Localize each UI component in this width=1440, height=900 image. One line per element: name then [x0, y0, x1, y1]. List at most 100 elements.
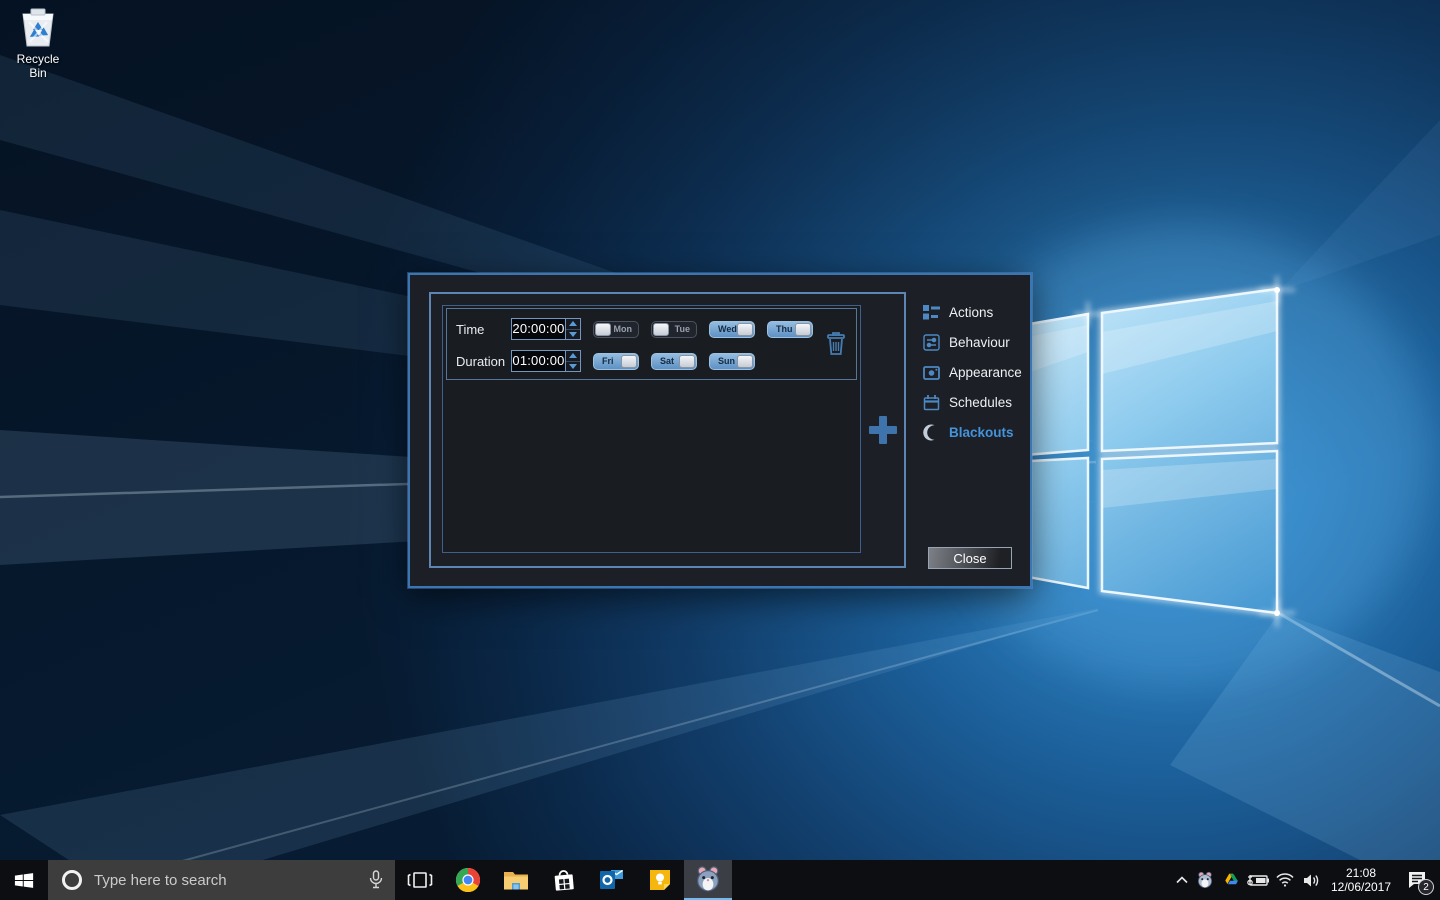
google-drive-icon: [1223, 873, 1240, 888]
search-placeholder: Type here to search: [94, 872, 227, 889]
duration-label: Duration: [456, 354, 499, 369]
google-keep-button[interactable]: [636, 860, 684, 900]
day-toggle-label: Sun: [718, 356, 735, 366]
microsoft-store-icon: [552, 867, 576, 893]
duration-spin-down[interactable]: [566, 361, 580, 372]
duration-value[interactable]: 01:00:00: [512, 351, 565, 371]
recycle-bin-icon: [17, 6, 59, 50]
blackout-list: Time 20:00:00 Mon Tue: [442, 305, 861, 553]
battery-tray-button[interactable]: [1244, 860, 1272, 900]
recycle-bin[interactable]: Recycle Bin: [8, 6, 68, 80]
time-spin-down[interactable]: [566, 329, 580, 340]
day-toggle-label: Tue: [675, 324, 690, 334]
clock-date: 12/06/2017: [1331, 880, 1391, 894]
microsoft-store-button[interactable]: [540, 860, 588, 900]
sidebar-item-label: Blackouts: [949, 425, 1014, 440]
recycle-bin-label: Recycle Bin: [8, 52, 68, 80]
time-input[interactable]: 20:00:00: [511, 318, 581, 340]
arrow-up-icon: [569, 321, 577, 326]
close-button-label: Close: [953, 551, 986, 566]
delete-entry-button[interactable]: [825, 329, 847, 362]
duration-spin-up[interactable]: [566, 351, 580, 361]
blackouts-panel: Time 20:00:00 Mon Tue: [429, 292, 906, 568]
hamster-tray-button[interactable]: [1192, 860, 1218, 900]
day-toggle-sun[interactable]: Sun: [709, 353, 755, 370]
chrome-button[interactable]: [444, 860, 492, 900]
moon-icon: [922, 423, 940, 441]
sidebar-item-schedules[interactable]: Schedules: [922, 387, 1028, 417]
duration-input[interactable]: 01:00:00: [511, 350, 581, 372]
time-value[interactable]: 20:00:00: [512, 319, 565, 339]
sidebar-item-label: Appearance: [949, 365, 1022, 380]
window-sidebar: Actions Behaviour: [922, 297, 1028, 447]
trash-icon: [825, 329, 847, 357]
sidebar-item-behaviour[interactable]: Behaviour: [922, 327, 1028, 357]
day-toggle-fri[interactable]: Fri: [593, 353, 639, 370]
day-toggle-label: Fri: [602, 356, 614, 366]
time-label: Time: [456, 322, 499, 337]
day-toggle-tue[interactable]: Tue: [651, 321, 697, 338]
day-toggle-mon[interactable]: Mon: [593, 321, 639, 338]
day-toggle-wed[interactable]: Wed: [709, 321, 755, 338]
outlook-button[interactable]: [588, 860, 636, 900]
blackout-entry-row: Time 20:00:00 Mon Tue: [446, 308, 857, 380]
wifi-icon: [1276, 873, 1294, 887]
toggle-knob: [795, 323, 811, 336]
schedules-icon: [922, 393, 940, 411]
arrow-down-icon: [569, 332, 577, 337]
sidebar-item-actions[interactable]: Actions: [922, 297, 1028, 327]
toggle-knob: [737, 355, 753, 368]
google-drive-tray-button[interactable]: [1218, 860, 1244, 900]
wifi-tray-button[interactable]: [1272, 860, 1298, 900]
behaviour-icon: [922, 333, 940, 351]
cortana-icon: [62, 870, 82, 890]
task-view-icon: [407, 870, 433, 890]
day-toggle-sat[interactable]: Sat: [651, 353, 697, 370]
day-toggle-label: Wed: [718, 324, 737, 334]
arrow-down-icon: [569, 364, 577, 369]
file-explorer-button[interactable]: [492, 860, 540, 900]
taskbar-clock[interactable]: 21:08 12/06/2017: [1324, 860, 1398, 900]
desktop: Recycle Bin Time 20:00:00 Mon: [0, 0, 1440, 900]
file-explorer-icon: [503, 869, 529, 891]
task-view-button[interactable]: [396, 860, 444, 900]
taskbar: Type here to search: [0, 860, 1440, 900]
show-hidden-icons-button[interactable]: [1172, 860, 1192, 900]
google-keep-icon: [648, 868, 672, 892]
actions-icon: [922, 303, 940, 321]
clock-time: 21:08: [1331, 866, 1391, 880]
toggle-knob: [737, 323, 753, 336]
day-toggle-label: Thu: [776, 324, 793, 334]
day-toggle-label: Sat: [660, 356, 674, 366]
notification-badge: 2: [1418, 879, 1434, 895]
sidebar-item-label: Actions: [949, 305, 993, 320]
sidebar-item-blackouts[interactable]: Blackouts: [922, 417, 1028, 447]
start-button[interactable]: [0, 860, 48, 900]
arrow-up-icon: [569, 353, 577, 358]
windows-logo-icon: [13, 869, 36, 892]
toggle-knob: [679, 355, 695, 368]
time-spin-up[interactable]: [566, 319, 580, 329]
chevron-up-icon: [1176, 876, 1188, 884]
close-button[interactable]: Close: [928, 547, 1012, 569]
volume-icon: [1303, 873, 1320, 888]
app-window: Time 20:00:00 Mon Tue: [408, 273, 1032, 588]
appearance-icon: [922, 363, 940, 381]
battery-charging-icon: [1247, 873, 1269, 887]
day-toggle-thu[interactable]: Thu: [767, 321, 813, 338]
search-input[interactable]: Type here to search: [48, 860, 395, 900]
sidebar-item-appearance[interactable]: Appearance: [922, 357, 1028, 387]
hamster-app-button[interactable]: [684, 860, 732, 900]
microphone-icon[interactable]: [369, 870, 383, 890]
add-blackout-button[interactable]: [869, 416, 897, 444]
day-toggle-label: Mon: [614, 324, 633, 334]
action-center-button[interactable]: 2: [1398, 860, 1436, 900]
volume-tray-button[interactable]: [1298, 860, 1324, 900]
sidebar-item-label: Schedules: [949, 395, 1012, 410]
toggle-knob: [621, 355, 637, 368]
hamster-tray-icon: [1196, 871, 1214, 889]
toggle-knob: [595, 323, 611, 336]
sidebar-item-label: Behaviour: [949, 335, 1010, 350]
outlook-icon: [599, 868, 625, 892]
toggle-knob: [653, 323, 669, 336]
